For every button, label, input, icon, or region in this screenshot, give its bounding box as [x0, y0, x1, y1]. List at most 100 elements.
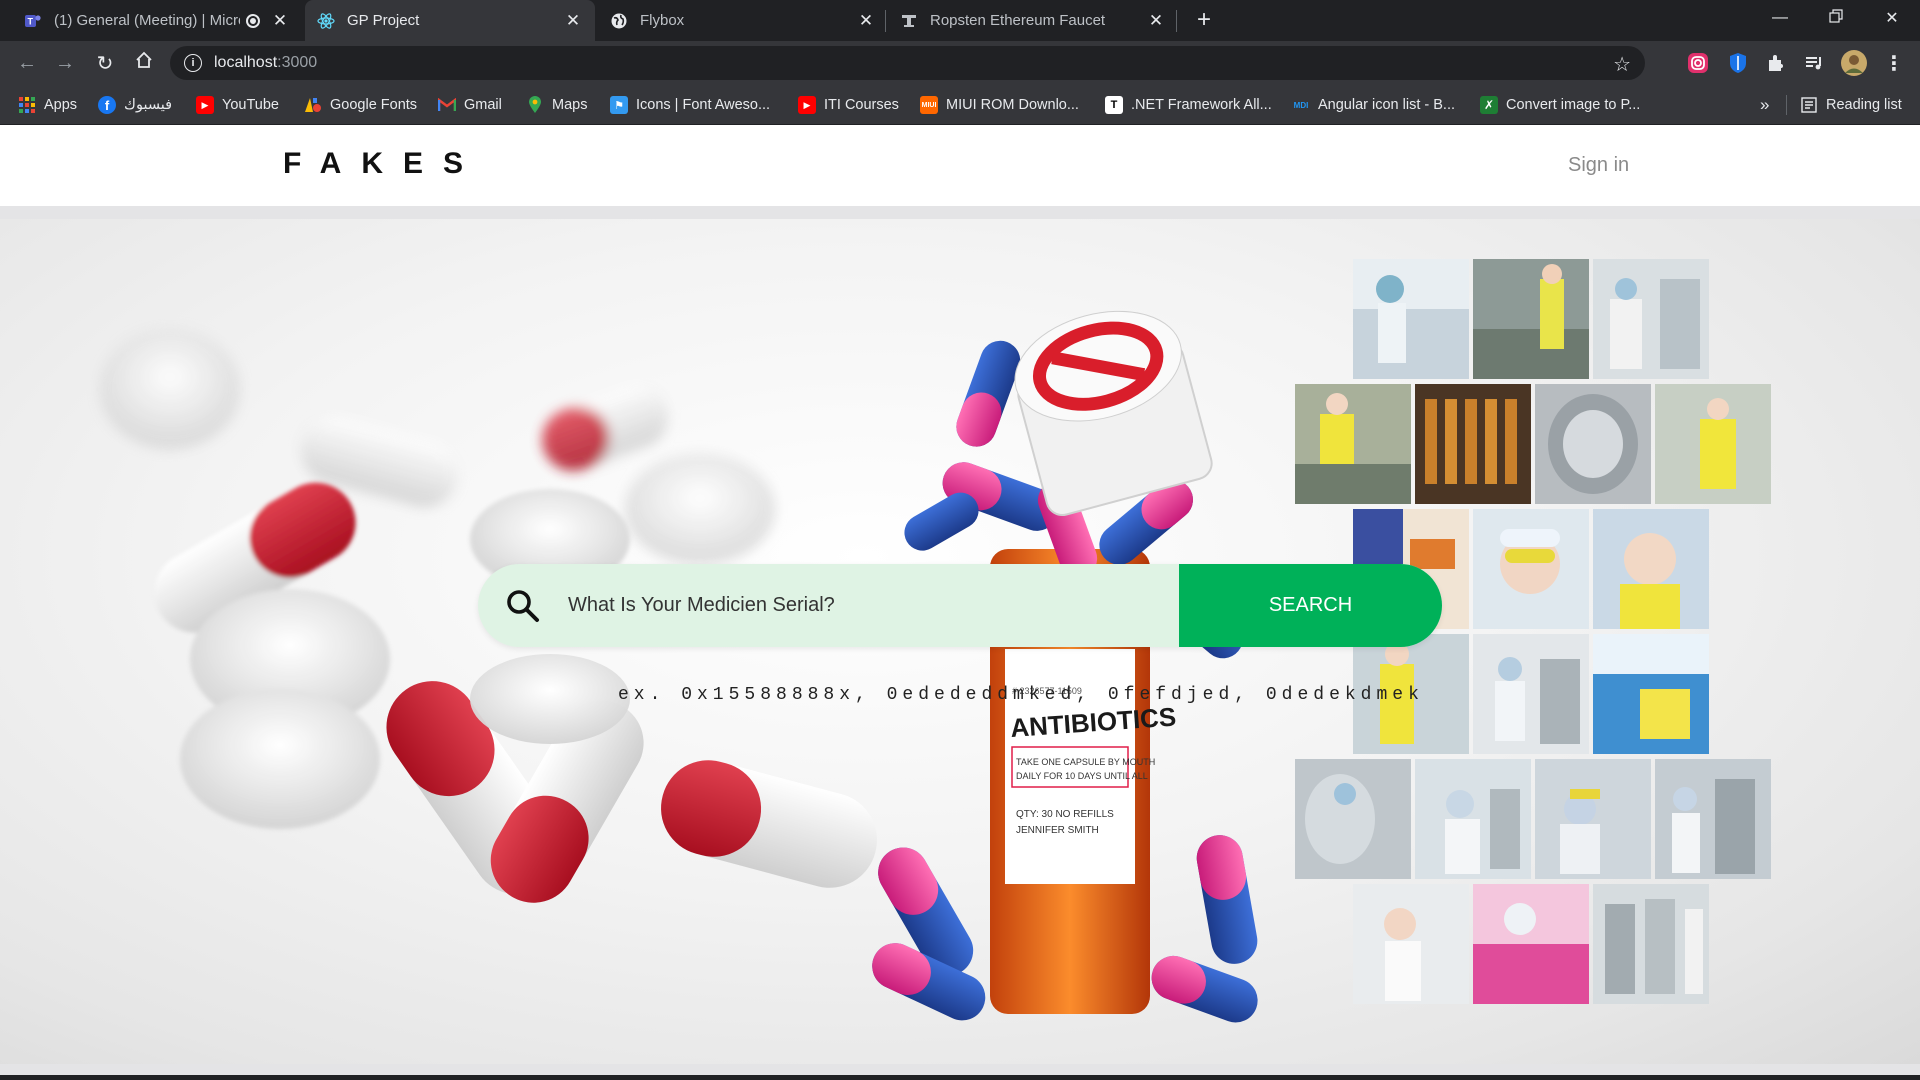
tab-title: Flybox	[640, 12, 685, 29]
dotnet-icon: T	[1105, 96, 1123, 114]
menu-kebab-icon[interactable]: ⋮	[1880, 49, 1908, 77]
bookmark-google-fonts[interactable]: Google Fonts	[304, 94, 417, 116]
brand-logo[interactable]: FAKES	[283, 147, 483, 181]
reading-list-label: Reading list	[1826, 97, 1902, 113]
extensions-puzzle-icon[interactable]	[1762, 49, 1790, 77]
bookmark-star-icon[interactable]: ☆	[1613, 52, 1631, 77]
window-bottom-edge	[0, 1075, 1920, 1080]
bookmark-font-awesome[interactable]: ⚑ Icons | Font Aweso...	[610, 94, 770, 116]
hero-section: # 2326577-11509 ANTIBIOTICS TAKE ONE CAP…	[0, 219, 1920, 1064]
info-icon[interactable]: i	[184, 54, 202, 72]
bookmarks-overflow-button[interactable]: »	[1760, 94, 1769, 116]
bookmark-label: MIUI ROM Downlo...	[946, 97, 1079, 113]
mdi-icon: MDI	[1293, 100, 1309, 110]
close-icon: ✕	[1885, 10, 1899, 27]
address-host: localhost	[214, 54, 278, 71]
globe-icon	[610, 12, 628, 30]
extension-shield-icon[interactable]	[1724, 49, 1752, 77]
extension-instagram-icon[interactable]	[1684, 49, 1712, 77]
svg-text:DAILY FOR 10 DAYS UNTIL ALL: DAILY FOR 10 DAYS UNTIL ALL	[1016, 771, 1148, 781]
youtube-icon: ▶	[798, 96, 816, 114]
browser-toolbar: ← → ↻ i localhost:3000 ☆ ⋮	[0, 41, 1920, 85]
svg-text:JENNIFER SMITH: JENNIFER SMITH	[1016, 825, 1099, 836]
arrow-left-icon: ←	[17, 51, 37, 74]
tab-gp-project[interactable]: GP Project ✕	[305, 0, 595, 41]
serial-search-input[interactable]	[568, 564, 1179, 647]
back-button[interactable]: ←	[12, 48, 42, 78]
faucet-icon	[900, 12, 918, 30]
minimize-button[interactable]: —	[1752, 0, 1808, 36]
convert-icon: ✗	[1480, 96, 1498, 114]
close-icon[interactable]: ✕	[856, 11, 876, 31]
address-port: :3000	[277, 54, 318, 71]
react-icon	[317, 12, 335, 30]
bookmark-youtube[interactable]: ▶ YouTube	[196, 94, 279, 116]
bookmark-angular-icons[interactable]: MDI Angular icon list - B...	[1292, 94, 1455, 116]
sign-in-link[interactable]: Sign in	[1568, 154, 1629, 177]
address-bar[interactable]: i localhost:3000 ☆	[170, 46, 1645, 80]
new-tab-button[interactable]: +	[1190, 6, 1218, 34]
bookmark-dotnet[interactable]: T .NET Framework All...	[1105, 94, 1272, 116]
bookmark-label: Gmail	[464, 97, 502, 113]
youtube-icon: ▶	[196, 96, 214, 114]
home-button[interactable]	[129, 48, 159, 78]
page-viewport: FAKES Sign in # 2326577-11509 ANTIBIOTIC…	[0, 125, 1920, 1080]
bookmark-label: Angular icon list - B...	[1318, 97, 1455, 113]
close-icon[interactable]: ✕	[270, 11, 290, 31]
home-icon	[135, 51, 153, 75]
close-icon[interactable]: ✕	[563, 11, 583, 31]
bookmark-gmail[interactable]: Gmail	[438, 94, 502, 116]
bookmark-label: Maps	[552, 97, 588, 113]
close-window-button[interactable]: ✕	[1864, 0, 1920, 36]
reload-button[interactable]: ↻	[90, 48, 120, 78]
tab-flybox[interactable]: Flybox ✕	[598, 2, 888, 39]
bookmark-label: Google Fonts	[330, 97, 418, 113]
serial-example-hint: ex. 0x15588888x, 0edededdmked, 0fefdjed,…	[618, 685, 1424, 705]
tab-teams[interactable]: T (1) General (Meeting) | Micro ✕	[12, 2, 302, 39]
search-icon[interactable]	[478, 564, 568, 647]
restore-button[interactable]	[1808, 0, 1864, 36]
bookmark-apps[interactable]: Apps	[18, 94, 77, 116]
tab-ropsten-faucet[interactable]: Ropsten Ethereum Faucet ✕	[888, 2, 1178, 39]
bookmark-label: .NET Framework All...	[1131, 97, 1272, 113]
forward-button[interactable]: →	[50, 48, 80, 78]
bookmark-convert-image[interactable]: ✗ Convert image to P...	[1480, 94, 1640, 116]
bookmark-label: YouTube	[222, 97, 279, 113]
google-fonts-icon	[304, 96, 322, 114]
miui-icon: MIUI	[920, 96, 938, 114]
reading-list-button[interactable]: Reading list	[1800, 94, 1902, 116]
bookmark-facebook[interactable]: f فيسبوك	[98, 94, 172, 116]
plus-icon: +	[1196, 6, 1211, 33]
reload-icon: ↻	[96, 52, 114, 75]
avatar[interactable]	[1840, 49, 1868, 77]
tab-title: GP Project	[347, 12, 420, 29]
bookmark-separator	[1786, 95, 1787, 115]
media-control-icon[interactable]	[1800, 49, 1828, 77]
facebook-icon: f	[98, 96, 116, 114]
bookmark-iti-courses[interactable]: ▶ ITI Courses	[798, 94, 899, 116]
bookmark-label: فيسبوك	[124, 97, 173, 113]
tab-title: Ropsten Ethereum Faucet	[930, 12, 1106, 29]
arrow-right-icon: →	[55, 51, 75, 74]
tab-title: (1) General (Meeting) | Micro	[54, 12, 240, 29]
tab-separator	[1176, 10, 1177, 32]
restore-icon	[1829, 8, 1843, 28]
minimize-icon: —	[1772, 9, 1788, 26]
bookmark-label: ITI Courses	[824, 97, 899, 113]
gmail-icon	[438, 96, 456, 114]
svg-text:QTY: 30 NO REFILLS: QTY: 30 NO REFILLS	[1016, 809, 1114, 820]
reading-list-icon	[1800, 96, 1818, 114]
maps-icon	[526, 96, 544, 114]
bookmark-label: Convert image to P...	[1506, 97, 1641, 113]
apps-icon	[18, 96, 36, 114]
bookmarks-bar: Apps f فيسبوك ▶ YouTube Google Fonts Gma…	[0, 85, 1920, 125]
tab-strip: T (1) General (Meeting) | Micro ✕ GP Pro…	[0, 0, 1920, 41]
bookmark-label: Icons | Font Aweso...	[636, 97, 771, 113]
site-navbar: FAKES Sign in	[0, 125, 1920, 206]
bookmark-miui[interactable]: MIUI MIUI ROM Downlo...	[920, 94, 1079, 116]
fontawesome-icon: ⚑	[610, 96, 628, 114]
teams-icon: T	[24, 12, 42, 30]
search-button[interactable]: SEARCH	[1179, 564, 1442, 647]
close-icon[interactable]: ✕	[1146, 11, 1166, 31]
bookmark-maps[interactable]: Maps	[526, 94, 587, 116]
